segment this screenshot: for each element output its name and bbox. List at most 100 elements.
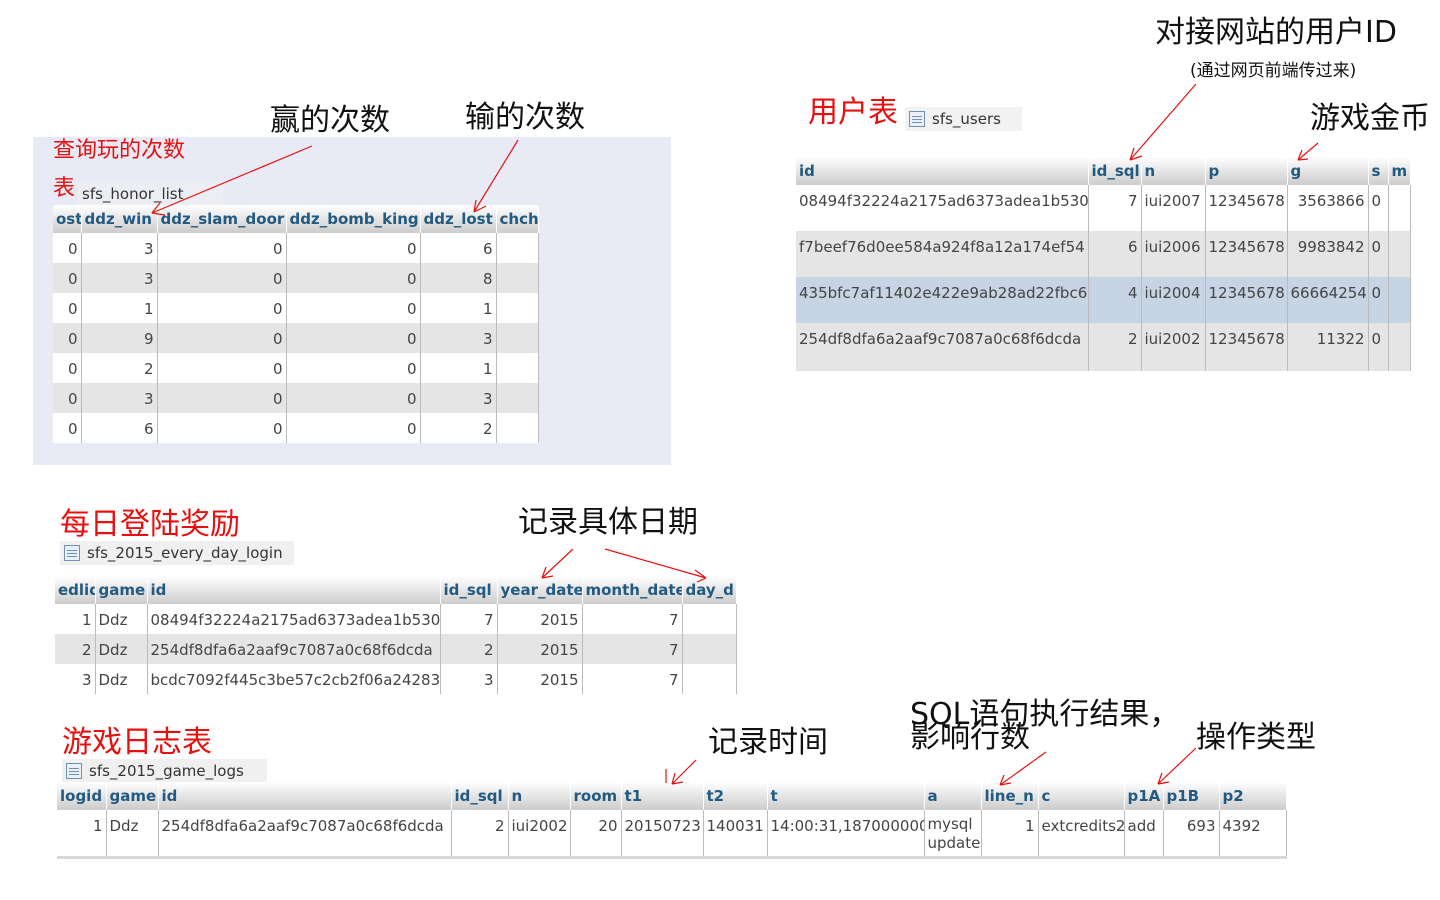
cell: 3 (81, 263, 158, 293)
col-header[interactable]: id (147, 576, 441, 604)
cell: 0 (157, 383, 287, 413)
cell: 254df8dfa6a2aaf9c7087a0c68f6dcda (147, 634, 441, 664)
col-header[interactable]: year_date (497, 576, 583, 604)
table-row[interactable]: 1 Ddz 08494f32224a2175ad6373adea1b5308 7 201… (55, 604, 737, 634)
cell: iui2007 (1141, 185, 1206, 231)
honor-title: 查询玩的次数 (53, 138, 186, 163)
cell: 11322 (1287, 323, 1369, 371)
cell (496, 233, 539, 263)
cell: 0 (53, 233, 82, 263)
cell: 2 (55, 634, 96, 664)
cell (682, 634, 737, 664)
cell: 0 (157, 293, 287, 323)
logs-header-row: logid game id id_sql n room t1 t2 t a li… (57, 782, 1287, 810)
col-header[interactable]: game (95, 576, 148, 604)
login-header-row: edlid game id id_sql year_date month_dat… (55, 576, 737, 604)
cell: extcredits2 (1038, 810, 1125, 857)
table-row[interactable]: 02001 (53, 353, 539, 383)
col-header[interactable]: id_sql (451, 782, 509, 810)
cell (1388, 185, 1411, 231)
col-header[interactable]: id (796, 157, 1089, 185)
col-header[interactable]: line_n (981, 782, 1039, 810)
table-row[interactable]: 03008 (53, 263, 539, 293)
cell: 3 (420, 323, 497, 353)
cell: 254df8dfa6a2aaf9c7087a0c68f6dcda (158, 810, 452, 857)
login-table-tab[interactable]: sfs_2015_every_day_login (60, 541, 294, 565)
table-row[interactable]: 03006 (53, 233, 539, 263)
col-header[interactable]: c (1038, 782, 1125, 810)
cell: 7 (440, 604, 498, 634)
cell: 0 (1368, 323, 1389, 371)
table-row[interactable]: 09003 (53, 323, 539, 353)
col-header[interactable]: logid (57, 782, 107, 810)
col-header[interactable]: p1B (1163, 782, 1220, 810)
login-table-name: sfs_2015_every_day_login (87, 544, 283, 562)
col-header[interactable]: ddz_bomb_king (286, 205, 421, 233)
honor-table-tab[interactable]: sfs_honor_list (78, 182, 223, 206)
cell: 1 (57, 810, 107, 857)
col-header[interactable]: room (570, 782, 622, 810)
cell: 2 (81, 353, 158, 383)
table-row[interactable]: 1 Ddz 254df8dfa6a2aaf9c7087a0c68f6dcda 2… (57, 810, 1287, 857)
col-header[interactable]: a (924, 782, 982, 810)
cell: Ddz (95, 664, 148, 694)
cell (682, 664, 737, 694)
col-header[interactable]: m (1388, 157, 1411, 185)
cell: 12345678 (1205, 231, 1288, 277)
logs-table: logid game id id_sql n room t1 t2 t a li… (57, 782, 1287, 859)
col-header[interactable]: t (767, 782, 925, 810)
cell: 6 (420, 233, 497, 263)
col-header[interactable]: p1A (1124, 782, 1164, 810)
cell: 4392 (1219, 810, 1287, 857)
table-row[interactable]: 2 Ddz 254df8dfa6a2aaf9c7087a0c68f6dcda 2 201… (55, 634, 737, 664)
col-header[interactable]: id (158, 782, 452, 810)
cell: 0 (1368, 231, 1389, 277)
col-header[interactable]: n (508, 782, 571, 810)
col-header[interactable]: ost (53, 205, 82, 233)
col-header[interactable]: day_d (682, 576, 737, 604)
logs-table-tab[interactable]: sfs_2015_game_logs (62, 759, 267, 783)
col-header[interactable]: id_sql (1088, 157, 1142, 185)
col-header[interactable]: ddz_win (81, 205, 158, 233)
cell (1388, 231, 1411, 277)
col-header[interactable]: chch (496, 205, 539, 233)
table-row[interactable]: 254df8dfa6a2aaf9c7087a0c68f6dcda 2 iui2002… (796, 323, 1411, 371)
cell: 0 (157, 413, 287, 443)
ann-game-coins: 游戏金币 (1310, 101, 1430, 136)
col-header[interactable]: p (1205, 157, 1288, 185)
col-header[interactable]: game (106, 782, 159, 810)
users-header-row: id id_sql n p g s m (796, 157, 1411, 185)
col-header[interactable]: n (1141, 157, 1206, 185)
col-header[interactable]: t2 (703, 782, 768, 810)
cell: 435bfc7af11402e422e9ab28ad22fbc6 (796, 277, 1089, 323)
cell: 2015 (497, 604, 583, 634)
ann-site-user-id: 对接网站的用户ID (1155, 15, 1397, 50)
cell: 2015 (497, 634, 583, 664)
col-header[interactable]: p2 (1219, 782, 1287, 810)
logs-title: 游戏日志表 (62, 725, 212, 760)
cell: iui2002 (1141, 323, 1206, 371)
cell: 7 (582, 664, 683, 694)
cell: 66664254 (1287, 277, 1369, 323)
col-header[interactable]: s (1368, 157, 1389, 185)
col-header[interactable]: edlid (55, 576, 96, 604)
table-row[interactable]: 08494f32224a2175ad6373adea1b5308 7 iui2007… (796, 185, 1411, 231)
table-row-selected[interactable]: 435bfc7af11402e422e9ab28ad22fbc6 4 iui2004… (796, 277, 1411, 323)
col-header[interactable]: month_date (582, 576, 683, 604)
arrow-rows (999, 751, 1047, 786)
table-row[interactable]: 06002 (53, 413, 539, 443)
col-header[interactable]: ddz_lost (420, 205, 497, 233)
table-icon (64, 545, 80, 561)
col-header[interactable]: ddz_slam_door (157, 205, 287, 233)
cell (496, 353, 539, 383)
table-row[interactable]: 03003 (53, 383, 539, 413)
cell: 7 (1088, 185, 1142, 231)
table-row[interactable]: f7beef76d0ee584a924f8a12a174ef54 6 iui2006… (796, 231, 1411, 277)
col-header[interactable]: g (1287, 157, 1369, 185)
col-header[interactable]: t1 (621, 782, 704, 810)
table-row[interactable]: 01001 (53, 293, 539, 323)
table-row[interactable]: 3 Ddz bcdc7092f445c3be57c2cb2f06a24283 3 201… (55, 664, 737, 694)
col-header[interactable]: id_sql (440, 576, 498, 604)
users-table-tab[interactable]: sfs_users (905, 107, 1022, 131)
cell: Ddz (106, 810, 159, 857)
